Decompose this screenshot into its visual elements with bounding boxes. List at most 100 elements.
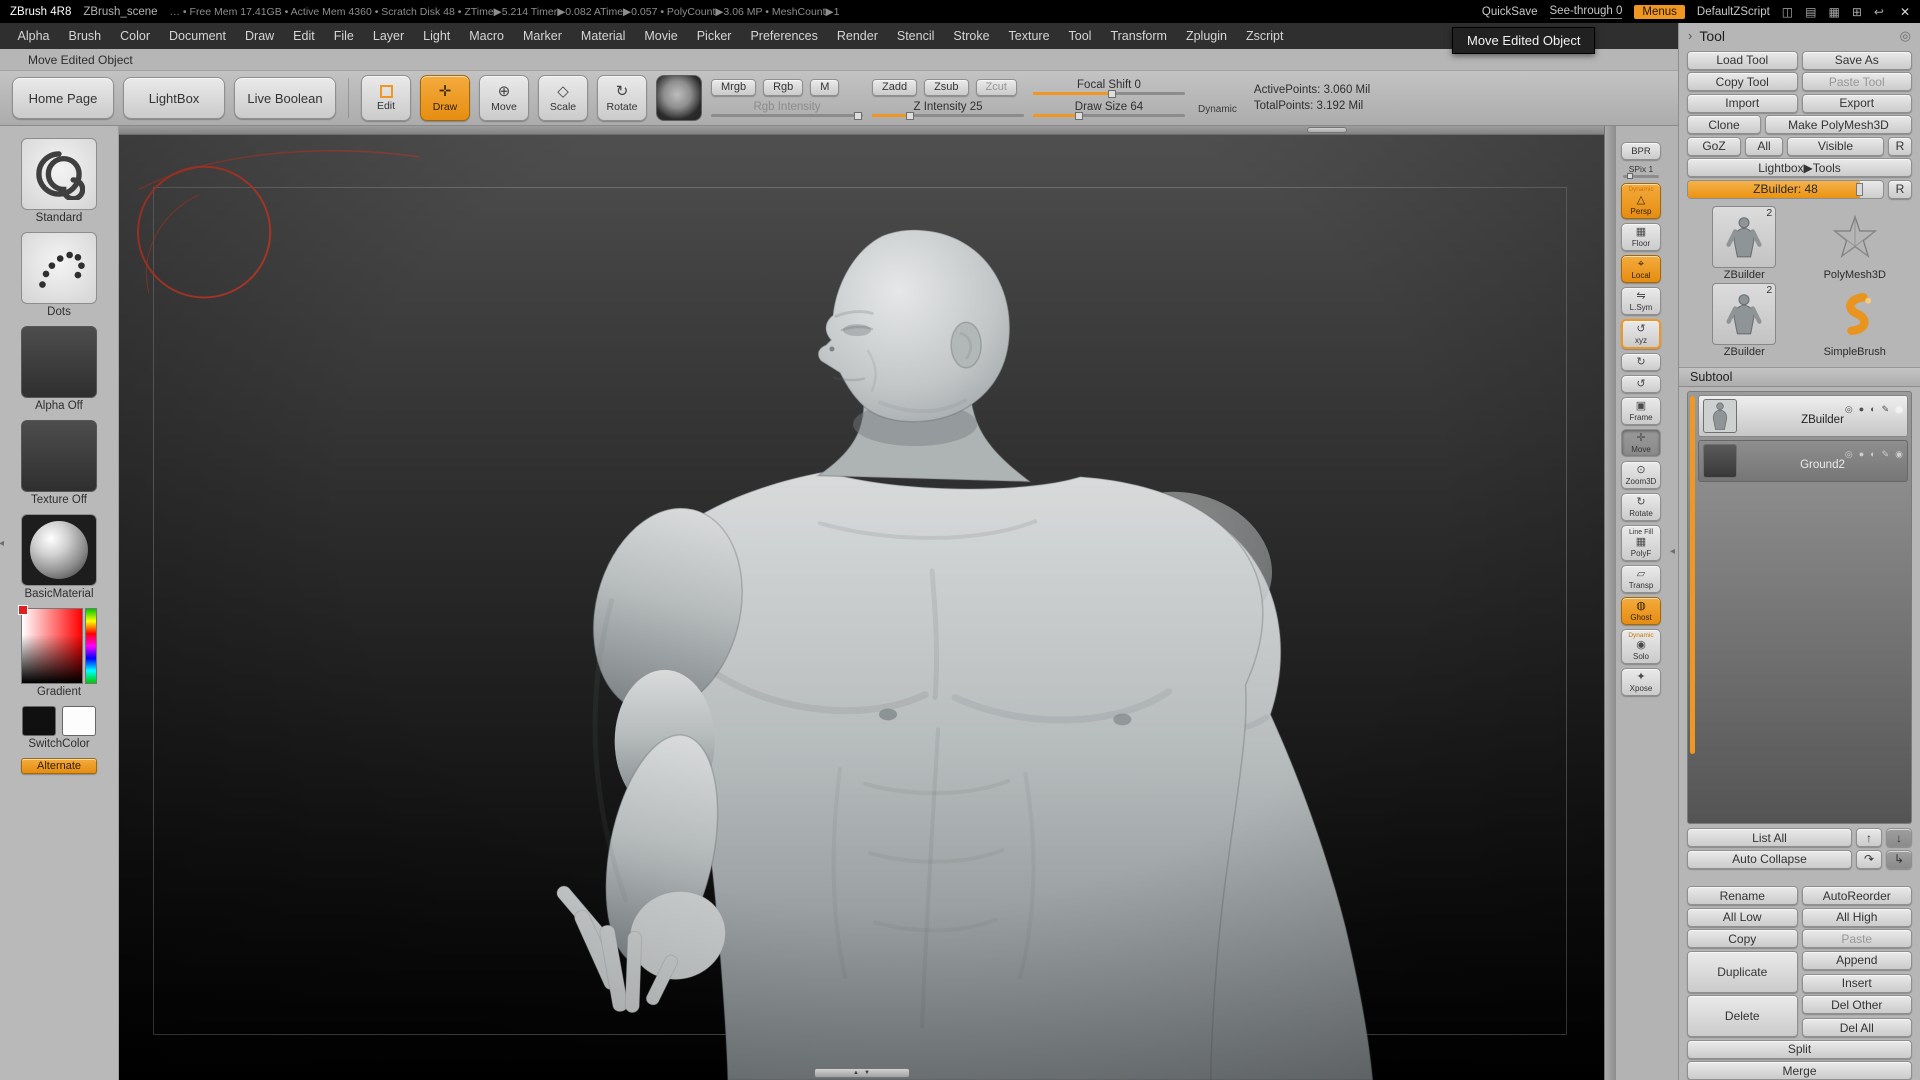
scale-button[interactable]: ◇ Scale: [538, 75, 588, 121]
goz-visible-button[interactable]: Visible: [1787, 136, 1884, 156]
z-intensity-slider[interactable]: Z Intensity 25: [872, 101, 1024, 120]
panel-icon[interactable]: ▤: [1805, 6, 1816, 18]
stroke-thumbnail[interactable]: [21, 232, 97, 304]
close-icon[interactable]: ✕: [1900, 5, 1910, 19]
menu-item[interactable]: Preferences: [741, 23, 827, 49]
current-texture[interactable]: Texture Off: [21, 420, 97, 506]
current-alpha[interactable]: Alpha Off: [21, 326, 97, 412]
subtool-pencil-icon[interactable]: ✎: [1882, 405, 1890, 414]
menu-item[interactable]: Layer: [363, 23, 413, 49]
export-button[interactable]: Export: [1801, 93, 1912, 113]
tool-thumb-zbuilder[interactable]: 2 ZBuilder: [1691, 205, 1798, 281]
menu-item[interactable]: Zscript: [1236, 23, 1293, 49]
paste-tool-button[interactable]: Paste Tool: [1801, 72, 1912, 91]
rotate-nav-button[interactable]: ↻ Rotate: [1621, 492, 1661, 521]
rgb-intensity-slider[interactable]: Rgb Intensity: [711, 101, 863, 120]
bpr-button[interactable]: BPR: [1621, 142, 1661, 160]
zadd-button[interactable]: Zadd: [872, 78, 918, 96]
gradient-picker[interactable]: [18, 605, 97, 684]
subtool-down-button[interactable]: ↓: [1886, 828, 1912, 847]
secondary-color-swatch[interactable]: [62, 706, 96, 736]
auto-collapse-button[interactable]: Auto Collapse: [1687, 849, 1852, 869]
menu-item[interactable]: Brush: [59, 23, 111, 49]
active-tool-slider[interactable]: ZBuilder: 48: [1687, 179, 1884, 199]
tool-thumb-zbuilder-2[interactable]: 2 ZBuilder: [1691, 282, 1798, 358]
default-zscript-button[interactable]: DefaultZScript: [1697, 6, 1770, 18]
ghost-button[interactable]: ◍ Ghost: [1621, 596, 1661, 625]
menus-button[interactable]: Menus: [1634, 4, 1685, 19]
del-all-button[interactable]: Del All: [1801, 1018, 1912, 1037]
subtool-half-icon[interactable]: ◐: [1870, 405, 1875, 414]
goz-r-button[interactable]: R: [1888, 136, 1912, 156]
see-through-slider[interactable]: See-through 0: [1549, 5, 1623, 19]
subtool-section-header[interactable]: Subtool: [1679, 366, 1920, 387]
menu-item[interactable]: Draw: [236, 23, 284, 49]
saturation-square[interactable]: [21, 608, 83, 684]
menu-item[interactable]: Tool: [1059, 23, 1101, 49]
list-all-button[interactable]: List All: [1687, 828, 1852, 847]
menu-item[interactable]: Alpha: [8, 23, 59, 49]
m-button[interactable]: M: [810, 78, 840, 96]
rgb-button[interactable]: Rgb: [763, 78, 804, 96]
current-brush[interactable]: Standard: [21, 138, 97, 224]
all-low-button[interactable]: All Low: [1687, 907, 1798, 927]
xyz-button[interactable]: ↺ xyz: [1621, 318, 1661, 349]
back-icon[interactable]: ↩: [1874, 6, 1884, 18]
copy-subtool-button[interactable]: Copy: [1687, 929, 1798, 948]
insert-button[interactable]: Insert: [1801, 973, 1912, 993]
menu-item[interactable]: Picker: [687, 23, 741, 49]
save-as-button[interactable]: Save As: [1801, 50, 1912, 70]
tool-thumb-simplebrush[interactable]: SimpleBrush: [1802, 283, 1909, 358]
persp-button[interactable]: Dynamic △ Persp: [1621, 183, 1661, 219]
xpose-button[interactable]: ✦ Xpose: [1621, 668, 1661, 696]
canvas-horizontal-scrollbar[interactable]: [119, 126, 1604, 135]
color-picker[interactable]: Gradient: [18, 605, 97, 698]
menu-item[interactable]: Stencil: [887, 23, 944, 49]
subtool-eye-icon[interactable]: ◉: [1895, 450, 1903, 459]
subtool-dot-icon[interactable]: ●: [1859, 405, 1864, 414]
focal-shift-slider[interactable]: Focal Shift 0: [1033, 79, 1185, 98]
move-nav-button[interactable]: ✛ Move: [1621, 428, 1661, 457]
duplicate-button[interactable]: Duplicate: [1687, 950, 1798, 993]
document-canvas[interactable]: ▲ ▼: [119, 135, 1604, 1080]
subtool-half-icon[interactable]: ◐: [1870, 450, 1875, 459]
subtool-branch-button[interactable]: ↳: [1886, 849, 1912, 869]
menu-item[interactable]: Marker: [514, 23, 572, 49]
menu-item[interactable]: Transform: [1101, 23, 1177, 49]
subtool-eye-icon[interactable]: ◉: [1895, 405, 1903, 414]
zoom3d-button[interactable]: ⊙ Zoom3D: [1621, 460, 1661, 489]
quicksave-button[interactable]: QuickSave: [1482, 6, 1538, 18]
menu-item[interactable]: Document: [160, 23, 236, 49]
rotate-button[interactable]: ↻ Rotate: [597, 75, 647, 121]
mrgb-button[interactable]: Mrgb: [711, 78, 757, 96]
merge-button[interactable]: Merge: [1687, 1061, 1912, 1080]
palette-menu-icon[interactable]: ◎: [1900, 28, 1911, 44]
shelf-divider-icon[interactable]: ◂: [1670, 546, 1675, 557]
brush-preview[interactable]: [656, 75, 702, 121]
spin-cw-button[interactable]: ↻: [1621, 352, 1661, 371]
load-tool-button[interactable]: Load Tool: [1687, 50, 1798, 70]
make-polymesh3d-button[interactable]: Make PolyMesh3D: [1765, 115, 1912, 134]
menu-item[interactable]: Edit: [284, 23, 325, 49]
plus-box-icon[interactable]: ⊞: [1852, 6, 1862, 18]
floor-button[interactable]: ▦ Floor: [1621, 222, 1661, 251]
zsub-button[interactable]: Zsub: [924, 78, 969, 96]
slider-r-button[interactable]: R: [1888, 179, 1912, 199]
copy-tool-button[interactable]: Copy Tool: [1687, 72, 1798, 91]
draw-button[interactable]: ✛ Draw: [420, 75, 470, 121]
menu-item[interactable]: Texture: [999, 23, 1059, 49]
import-button[interactable]: Import: [1687, 93, 1798, 113]
subtool-redo-button[interactable]: ↷: [1856, 849, 1882, 869]
split-button[interactable]: Split: [1687, 1039, 1912, 1059]
subtool-up-button[interactable]: ↑: [1856, 828, 1882, 847]
all-high-button[interactable]: All High: [1801, 907, 1912, 927]
menu-item[interactable]: Material: [571, 23, 634, 49]
subtool-ring-icon[interactable]: ◎: [1845, 450, 1853, 459]
local-button[interactable]: ⌖ Local: [1621, 254, 1661, 283]
canvas-resize-handle[interactable]: ▲ ▼: [813, 1068, 910, 1078]
window-icon[interactable]: ◫: [1782, 6, 1793, 18]
menu-item[interactable]: Macro: [460, 23, 514, 49]
grid-icon[interactable]: ▦: [1828, 6, 1839, 18]
menu-item[interactable]: Movie: [635, 23, 687, 49]
live-boolean-button[interactable]: Live Boolean: [234, 77, 336, 119]
